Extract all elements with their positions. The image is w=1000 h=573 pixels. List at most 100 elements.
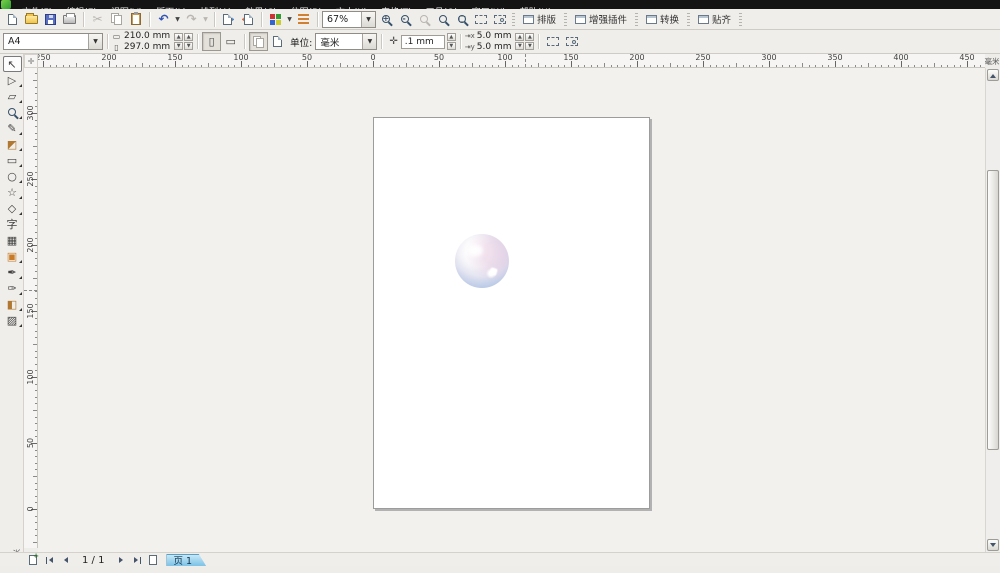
new-button[interactable] [3,10,22,28]
import-button[interactable]: → [219,10,238,28]
drawing-canvas[interactable] [38,68,985,552]
ruler-label: 150 [26,303,35,319]
pick-tool[interactable]: ↖ [2,56,22,72]
paste-button[interactable] [126,10,145,28]
zoom-width-icon [474,14,487,24]
text-tool[interactable]: 字 [3,216,22,232]
snap-options-button[interactable] [562,32,581,51]
add-page-after-button[interactable] [146,554,160,566]
open-button[interactable] [22,10,41,28]
basic-shapes-tool[interactable]: ◇ [3,200,22,216]
ruler-label: 150 [563,54,579,62]
plugin-button[interactable]: 贴齐 [693,10,736,28]
ruler-label: 100 [497,54,513,62]
blend-tool[interactable]: ▣ [3,248,22,264]
spinner-down[interactable]: ▼ [525,42,535,50]
spinner-down[interactable]: ▼ [174,42,184,50]
duplicate-y-value[interactable]: 5.0 mm [477,42,512,52]
zoom-in-button[interactable]: + [376,10,395,28]
plugin-button[interactable]: 增强插件 [570,10,632,28]
redo-dropdown[interactable]: ▼ [201,16,210,23]
ruler-label: 200 [26,237,35,253]
zoom-selected-button[interactable] [433,10,452,28]
smart-fill-tool[interactable]: ◩ [3,136,22,152]
horizontal-ruler[interactable]: 250 200 150 100 50 0 50 100 150 200 250 300 350 400 45… [38,54,985,68]
paper-preset-combo[interactable]: A4 ▼ [3,33,103,50]
all-pages-button[interactable] [249,32,269,51]
welcome-screen-button[interactable] [294,10,313,28]
page-tab[interactable]: 页 1 [166,554,206,567]
zoom-page-button[interactable]: □ [452,10,471,28]
pearl-sphere-object[interactable] [455,234,509,288]
export-button[interactable]: ← [238,10,257,28]
scroll-up-button[interactable] [987,69,999,81]
interactive-fill-tool[interactable]: ▨ [3,312,22,328]
paper-preset-arrow[interactable]: ▼ [88,34,102,49]
landscape-button[interactable]: ▭ [221,32,240,51]
add-page-icon [29,552,39,565]
spinner-up[interactable]: ▲ [174,33,184,41]
redo-button[interactable]: ↷ [182,10,201,28]
print-button[interactable] [60,10,79,28]
paper-width-value[interactable]: 210.0 mm [124,31,170,41]
zoom-tool[interactable] [3,104,22,120]
treat-as-filled-button[interactable] [543,32,562,51]
paper-height-value[interactable]: 297.0 mm [124,42,170,52]
scroll-down-button[interactable] [987,539,999,551]
basic-shapes-tool-icon: ◇ [7,201,17,215]
spinner-up[interactable]: ▲ [446,33,456,41]
application-launcher-dropdown[interactable]: ▼ [285,16,294,23]
portrait-button[interactable]: ▯ [202,32,222,51]
application-launcher-button[interactable] [266,10,285,28]
app-icon [1,0,11,9]
separator [538,34,540,49]
first-page-button[interactable] [42,554,56,566]
table-tool[interactable]: ▦ [3,232,22,248]
next-page-button[interactable] [114,554,128,566]
duplicate-x-value[interactable]: 5.0 mm [477,31,512,41]
spinner-down[interactable]: ▼ [446,42,456,50]
ruler-origin-corner[interactable]: ✛ [24,54,38,68]
flyout-indicator [18,164,22,167]
nudge-field[interactable]: .1 mm [400,34,445,49]
document-page[interactable] [373,117,650,509]
spinner-up[interactable]: ▲ [515,33,525,41]
separator [317,11,318,27]
last-page-button[interactable] [130,554,144,566]
plugin-button[interactable]: 转换 [641,10,684,28]
vertical-scrollbar[interactable] [985,68,1000,552]
save-button[interactable] [41,10,60,28]
eyedropper-tool[interactable]: ✒ [3,264,22,280]
zoom-level-combo[interactable]: 67% ▼ [322,10,376,28]
zoom-actual-button[interactable] [414,10,433,28]
plugin-button[interactable]: 排版 [518,10,561,28]
outline-pen-tool[interactable]: ✑ [3,280,22,296]
vertical-ruler[interactable]: 300 250 200 150 100 50 0 [24,68,38,548]
coreldraw-window: 文件(F)编辑(E)视图(V)版面(L)排列(A)效果(C)位图(B)文本(X)… [0,0,1000,573]
polygon-tool[interactable]: ☆ [3,184,22,200]
spinner-down[interactable]: ▼ [515,42,525,50]
cut-button[interactable]: ✂ [88,10,107,28]
spinner-up[interactable]: ▲ [184,33,194,41]
undo-dropdown[interactable]: ▼ [173,16,182,23]
rectangle-tool[interactable]: ▭ [3,152,22,168]
crop-tool[interactable]: ▱ [3,88,22,104]
previous-page-button[interactable] [58,554,72,566]
spinner-down[interactable]: ▼ [184,42,194,50]
zoom-combo-arrow[interactable]: ▼ [361,11,375,27]
shape-tool[interactable]: ▷ [3,72,22,88]
freehand-tool[interactable]: ✎ [3,120,22,136]
spinner-up[interactable]: ▲ [525,33,535,41]
current-page-button[interactable] [268,32,287,51]
add-page-button[interactable] [26,552,40,566]
fill-tool[interactable]: ◧ [3,296,22,312]
zoom-width-button[interactable] [471,10,490,28]
zoom-out-button[interactable]: - [395,10,414,28]
copy-button[interactable] [107,10,126,28]
undo-button[interactable]: ↶ [154,10,173,28]
vertical-scrollbar-thumb[interactable] [987,170,999,450]
units-combo-arrow[interactable]: ▼ [362,34,377,49]
ellipse-tool[interactable]: ○ [3,168,22,184]
zoom-height-button[interactable] [490,10,509,28]
units-combo[interactable]: 毫米 ▼ [315,33,378,50]
